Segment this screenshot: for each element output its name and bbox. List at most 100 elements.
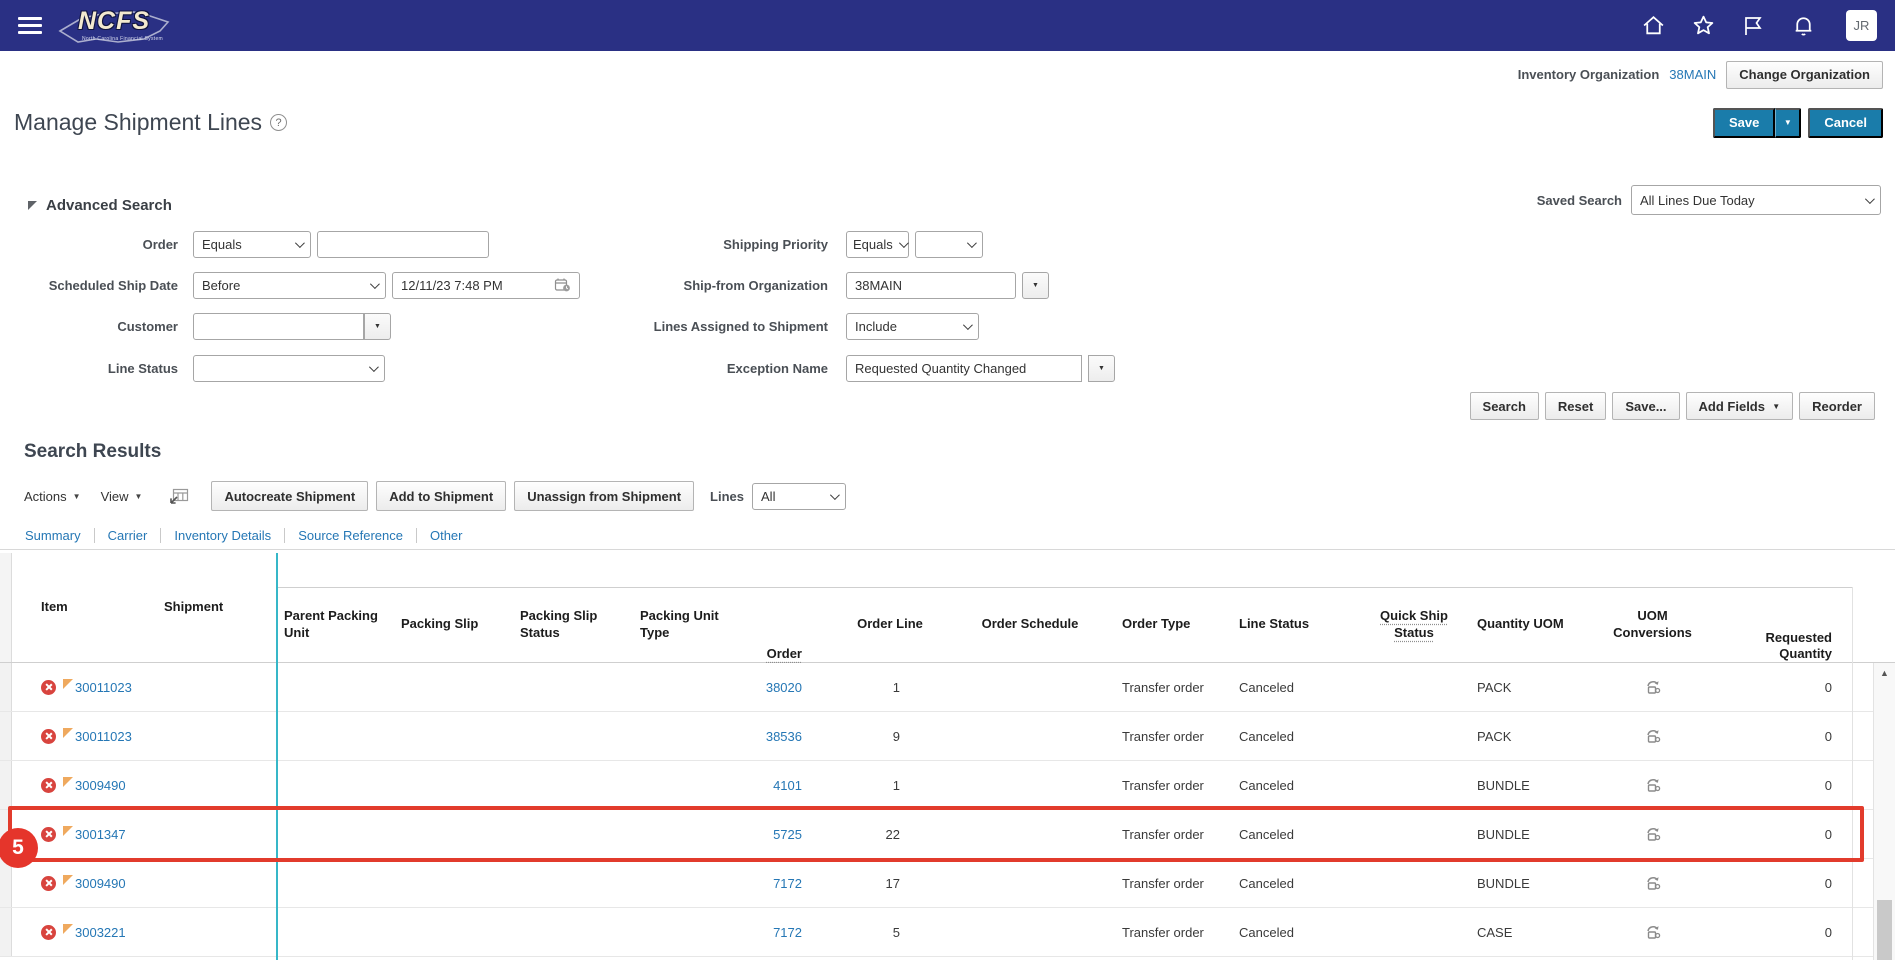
user-avatar[interactable]: JR [1846, 10, 1877, 41]
shipping-priority-value-select[interactable] [915, 231, 983, 258]
uom-conversion-icon[interactable] [1644, 875, 1662, 891]
column-header-quick-ship-status[interactable]: Quick Ship Status [1360, 553, 1468, 662]
table-row[interactable]: 30011023 38020 1 Transfer order Canceled… [0, 663, 1895, 712]
column-header-order-type[interactable]: Order Type [1110, 553, 1230, 662]
item-link[interactable]: 3009490 [75, 876, 126, 891]
order-value-input[interactable] [317, 231, 489, 258]
column-header-order-schedule[interactable]: Order Schedule [950, 553, 1110, 662]
order-link[interactable]: 38020 [766, 680, 802, 695]
ship-from-organization-dropdown-button[interactable]: ▼ [1022, 272, 1049, 299]
table-row[interactable]: 3003221 7172 5 Transfer order Canceled C… [0, 908, 1895, 957]
shipping-priority-operator-select[interactable]: Equals [846, 231, 909, 258]
line-status-select[interactable] [193, 355, 385, 382]
tab-inventory-details[interactable]: Inventory Details [161, 528, 284, 543]
error-remove-icon[interactable] [41, 876, 56, 891]
customer-input[interactable] [193, 313, 364, 340]
uom-conversion-icon[interactable] [1644, 826, 1662, 842]
order-link[interactable]: 5725 [773, 827, 802, 842]
scrollbar-thumb[interactable] [1877, 900, 1892, 960]
uom-conversion-icon[interactable] [1644, 777, 1662, 793]
table-row[interactable]: 3009490 4101 1 Transfer order Canceled B… [0, 761, 1895, 810]
customer-dropdown-button[interactable]: ▼ [364, 313, 391, 340]
actions-menu[interactable]: Actions▼ [24, 489, 81, 504]
column-header-quantity-uom[interactable]: Quantity UOM [1468, 553, 1600, 662]
error-remove-icon[interactable] [41, 729, 56, 744]
view-menu[interactable]: View▼ [101, 489, 143, 504]
order-line-cell: 1 [830, 761, 950, 809]
scheduled-ship-date-input[interactable]: 12/11/23 7:48 PM [392, 272, 580, 299]
notifications-bell-icon[interactable] [1790, 13, 1816, 39]
uom-conversion-icon[interactable] [1644, 679, 1662, 695]
error-remove-icon[interactable] [41, 827, 56, 842]
change-organization-button[interactable]: Change Organization [1726, 61, 1883, 89]
ship-from-organization-input[interactable] [846, 272, 1016, 299]
table-row[interactable]: 30011023 38536 9 Transfer order Canceled… [0, 712, 1895, 761]
hamburger-menu-icon[interactable] [18, 17, 42, 34]
column-header-requested-quantity[interactable]: Requested Quantity [1705, 553, 1852, 662]
home-icon[interactable] [1640, 13, 1666, 39]
tab-other[interactable]: Other [417, 528, 476, 543]
unassign-from-shipment-button[interactable]: Unassign from Shipment [514, 481, 694, 511]
save-dropdown-arrow[interactable]: ▼ [1775, 108, 1801, 138]
tab-summary[interactable]: Summary [25, 528, 94, 543]
exception-name-input[interactable] [846, 355, 1082, 382]
uom-conversions-cell [1600, 761, 1705, 809]
tab-source-reference[interactable]: Source Reference [285, 528, 416, 543]
lines-filter-select[interactable]: All [752, 483, 846, 510]
order-link[interactable]: 7172 [773, 925, 802, 940]
favorites-star-icon[interactable] [1690, 13, 1716, 39]
add-to-shipment-button[interactable]: Add to Shipment [376, 481, 506, 511]
column-header-uom-conversions[interactable]: UOM Conversions [1600, 553, 1705, 662]
ncfs-logo[interactable]: NCFS North Carolina Financial System [56, 3, 176, 49]
uom-conversion-icon[interactable] [1644, 728, 1662, 744]
scheduled-ship-date-operator-select[interactable]: Before [193, 272, 386, 299]
tab-carrier[interactable]: Carrier [95, 528, 161, 543]
column-header-packing-slip[interactable]: Packing Slip [395, 553, 512, 662]
item-link[interactable]: 3003221 [75, 925, 126, 940]
column-header-shipment[interactable]: Shipment [155, 553, 277, 662]
item-link[interactable]: 30011023 [75, 729, 132, 744]
advanced-search-collapse[interactable]: Advanced Search [28, 197, 172, 214]
error-remove-icon[interactable] [41, 680, 56, 695]
inventory-organization-value-link[interactable]: 38MAIN [1669, 67, 1716, 82]
frozen-column-divider[interactable] [276, 553, 278, 960]
column-header-parent-packing-unit[interactable]: Parent Packing Unit [277, 553, 395, 662]
cancel-button[interactable]: Cancel [1808, 108, 1883, 138]
column-header-item[interactable]: Item [12, 553, 155, 662]
item-link[interactable]: 3009490 [75, 778, 126, 793]
reset-button[interactable]: Reset [1545, 392, 1606, 420]
order-link[interactable]: 7172 [773, 876, 802, 891]
error-remove-icon[interactable] [41, 778, 56, 793]
order-operator-select[interactable]: Equals [193, 231, 311, 258]
help-icon[interactable]: ? [270, 114, 287, 131]
order-link[interactable]: 38536 [766, 729, 802, 744]
table-row[interactable]: 3009490 7172 17 Transfer order Canceled … [0, 859, 1895, 908]
page-title: Manage Shipment Lines [14, 109, 262, 136]
table-row[interactable]: 3001347 5725 22 Transfer order Canceled … [0, 810, 1895, 859]
column-header-packing-slip-status[interactable]: Packing Slip Status [512, 553, 632, 662]
column-header-order[interactable]: Order [726, 553, 830, 662]
add-fields-button[interactable]: Add Fields ▼ [1686, 392, 1794, 420]
scrollbar-up-arrow[interactable]: ▲ [1874, 663, 1895, 683]
vertical-scrollbar[interactable]: ▲ [1873, 663, 1895, 960]
reorder-button[interactable]: Reorder [1799, 392, 1875, 420]
search-button[interactable]: Search [1470, 392, 1539, 420]
save-search-button[interactable]: Save... [1612, 392, 1679, 420]
order-type-cell: Transfer order [1110, 810, 1230, 858]
column-header-line-status[interactable]: Line Status [1230, 553, 1360, 662]
uom-conversion-icon[interactable] [1644, 924, 1662, 940]
detach-table-icon[interactable] [170, 488, 189, 504]
exception-name-dropdown-button[interactable]: ▼ [1088, 355, 1115, 382]
packing-unit-type-cell [632, 712, 726, 760]
autocreate-shipment-button[interactable]: Autocreate Shipment [211, 481, 368, 511]
column-header-order-line[interactable]: Order Line [830, 553, 950, 662]
save-button[interactable]: Save [1713, 108, 1775, 138]
saved-search-select[interactable]: All Lines Due Today [1631, 185, 1881, 215]
column-header-packing-unit-type[interactable]: Packing Unit Type [632, 553, 726, 662]
order-link[interactable]: 4101 [773, 778, 802, 793]
flag-icon[interactable] [1740, 13, 1766, 39]
error-remove-icon[interactable] [41, 925, 56, 940]
item-link[interactable]: 3001347 [75, 827, 126, 842]
lines-assigned-to-shipment-select[interactable]: Include [846, 313, 979, 340]
item-link[interactable]: 30011023 [75, 680, 132, 695]
